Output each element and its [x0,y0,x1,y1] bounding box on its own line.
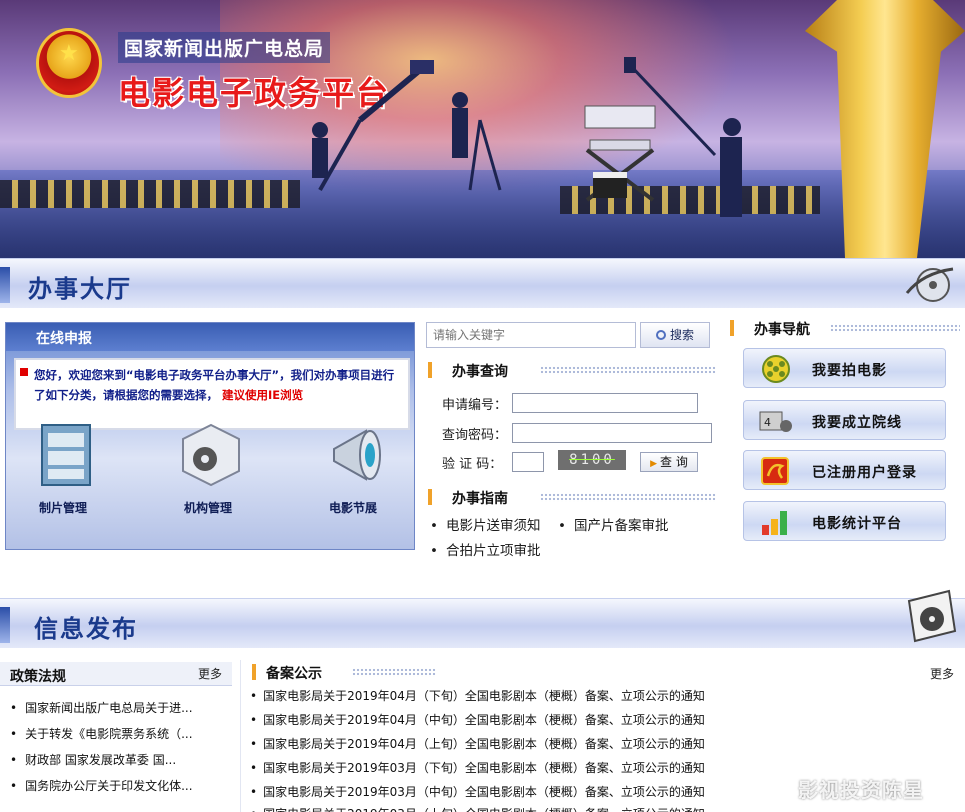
megaphone-icon [333,429,381,481]
nav-title: 办事导航 [754,322,810,338]
guide-link-coproduction[interactable]: 合拍片立项审批 [430,539,541,559]
notice-ie-hint: 建议使用IE浏览 [222,388,304,402]
record-item[interactable]: 国家电影局关于2019年03月（中旬）全国电影剧本（梗概）备案、立项公示的通知 [250,783,770,800]
film-crew-illustration [312,60,502,191]
search-button-label: 搜索 [669,328,694,342]
tile-label: 电影节展 [328,501,377,515]
header-marker [428,362,432,378]
policy-item[interactable]: 国务院办公厅关于印发文化体... [10,777,232,794]
bar-chart-icon [762,511,787,535]
arrow-right-icon: ▶ [650,459,658,469]
watermark-text: 影视投资陈星 [798,778,924,802]
clapperboard-reel-icon [907,589,957,643]
tile-label: 机构管理 [183,501,232,515]
boom-operator-illustration [624,57,742,217]
application-number-label: 申请编号： [442,398,508,413]
query-password-input[interactable] [512,423,712,443]
online-apply-title: 在线申报 [36,331,92,347]
weibo-logo-icon [770,782,794,800]
org-title: 国家新闻出版广电总局 [118,32,331,63]
notice-text: 您好，欢迎您来到“电影电子政务平台办事大厅”，我们对办事项目进行了如下分类，请根… [34,368,395,402]
nav-login-button[interactable]: 已注册用户登录 [743,450,946,490]
record-item[interactable]: 国家电影局关于2019年04月（上旬）全国电影剧本（梗概）备案、立项公示的通知 [250,735,770,752]
record-item[interactable]: 国家电影局关于2019年03月（下旬）全国电影剧本（梗概）备案、立项公示的通知 [250,759,770,776]
nav-make-film-button[interactable]: 我要拍电影 [743,348,946,388]
search-button[interactable]: 搜索 [640,322,710,348]
records-header: 备案公示 [252,662,442,684]
dotted-divider [540,493,716,502]
nav-button-label: 我要拍电影 [812,363,887,379]
national-emblem-icon: ★ [36,28,102,98]
online-apply-header: 在线申报 [6,323,414,351]
policy-item[interactable]: 国家新闻出版广电总局关于进... [10,699,232,716]
online-apply-panel: 在线申报 您好，欢迎您来到“电影电子政务平台办事大厅”，我们对办事项目进行了如下… [5,322,415,550]
notice-marker-icon [20,368,28,376]
captcha-image[interactable]: 8100 [558,450,626,470]
guide-header: 办事指南 [428,487,718,509]
captcha-label: 验 证 码： [442,457,503,472]
welcome-notice: 您好，欢迎您来到“电影电子政务平台办事大厅”，我们对办事项目进行了如下分类，请根… [14,358,410,430]
search-icon [655,330,666,340]
record-item[interactable]: 国家电影局关于2019年04月（下旬）全国电影剧本（梗概）备案、立项公示的通知 [250,687,770,704]
query-button[interactable]: ▶ 查 询 [640,452,698,472]
keyword-search-input[interactable] [426,322,636,348]
tile-label: 制片管理 [38,501,87,515]
film-production-icon [41,424,91,486]
section-bar-info: 信息发布 [0,589,965,648]
records-more-link[interactable]: 更多 [930,665,954,682]
dragon-seal-icon [761,457,789,485]
nav-button-label: 我要成立院线 [812,415,902,431]
header-banner: ★ 国家新闻出版广电总局 电影电子政务平台 [0,0,965,258]
policy-item[interactable]: 财政部 国家发展改革委 国... [10,751,232,768]
policy-item[interactable]: 关于转发《电影院票务系统（... [10,725,232,742]
query-password-label: 查询密码： [442,428,508,443]
policy-title: 政策法规 [10,669,66,685]
captcha-input[interactable] [512,452,544,472]
section-accent [0,267,10,303]
film-strip-decoration [0,180,300,208]
film-reel-icon [905,267,954,302]
tile-production-management[interactable]: 制片管理 [8,423,118,543]
tile-org-management[interactable]: 机构管理 [153,423,263,543]
section-accent [0,607,10,643]
film-reel-icon [762,355,790,383]
header-marker [252,664,256,680]
guide-link-domestic-record[interactable]: 国产片备案审批 [558,514,669,534]
nav-statistics-button[interactable]: 电影统计平台 [743,501,946,541]
query-button-label: 查 询 [660,455,688,469]
tile-film-festival[interactable]: 电影节展 [298,423,408,543]
dotted-divider [352,668,436,677]
record-item[interactable]: 国家电影局关于2019年03月（上旬）全国电影剧本（梗概）备案、立项公示的通知 [250,805,770,812]
query-header: 办事查询 [428,360,718,382]
nav-button-label: 已注册用户登录 [812,465,917,481]
query-title: 办事查询 [452,364,508,380]
nav-button-label: 电影统计平台 [812,516,902,532]
header-marker [428,489,432,505]
watermark: 影视投资陈星 [770,774,924,803]
section-title-info: 信息发布 [34,614,138,643]
nav-header: 办事导航 [730,318,962,340]
policy-more-link[interactable]: 更多 [198,665,222,682]
column-divider [240,660,241,812]
record-item[interactable]: 国家电影局关于2019年04月（中旬）全国电影剧本（梗概）备案、立项公示的通知 [250,711,770,728]
header-marker [730,320,734,336]
film-reel-box-icon [182,423,240,487]
application-number-input[interactable] [512,393,698,413]
dotted-divider [540,366,716,375]
star-icon: ★ [59,41,79,66]
section-title-hall: 办事大厅 [28,274,132,303]
guide-link-review[interactable]: 电影片送审须知 [430,514,541,534]
svg-text:4: 4 [764,416,771,429]
projector-icon: 4 [759,411,792,432]
guide-title: 办事指南 [452,491,508,507]
records-title: 备案公示 [266,666,322,682]
dotted-divider [830,324,960,333]
section-bar-hall: 办事大厅 [0,258,965,308]
nav-cinema-chain-button[interactable]: 4 我要成立院线 [743,400,946,440]
